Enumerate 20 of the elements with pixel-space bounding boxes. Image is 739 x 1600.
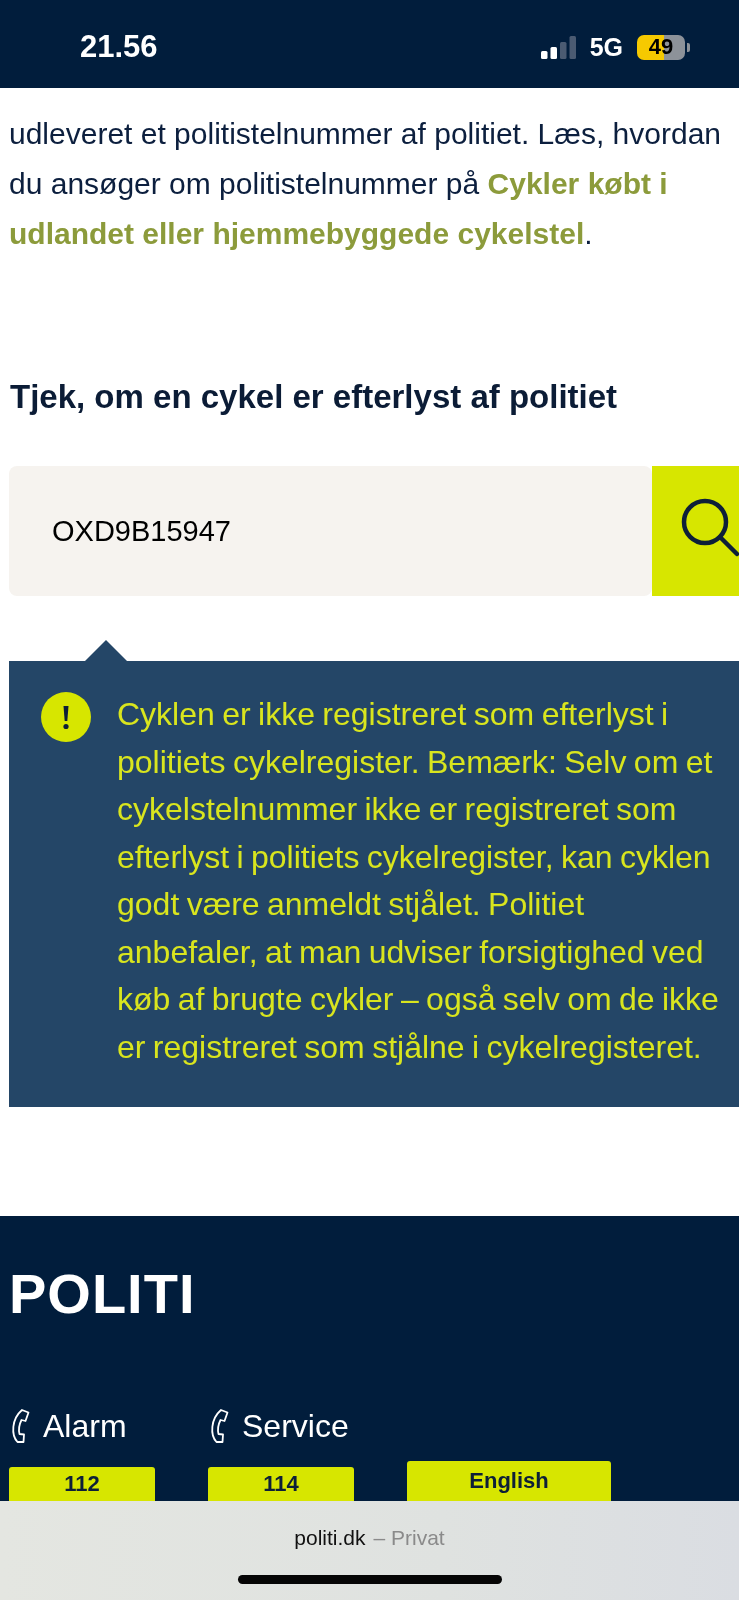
language-button[interactable]: English (407, 1461, 611, 1501)
intro-paragraph: udleveret et politistelnummer af politiet. Læs, hvordan du ansøger om politistelnummer på Cykler købt i udlandet eller hjemmebyggede cykelstel. (8, 116, 723, 252)
phone-label: Alarm (43, 1407, 127, 1446)
phone-icon (9, 1408, 31, 1444)
phone-number-button[interactable]: 112 (9, 1467, 155, 1501)
result-message: Cyklen er ikke registreret som efterlyst i politiets cykelregister. Bemærk: Selv om et cykelstelnummer ikke er registreret som efterlyst i politiets cykelregister, kan cyklen godt være anmeldt stjålet. Politiet anbefaler, at man udviser forsigtighed ved køb af brugte cykler – også selv om de ikke er registreret som stjålne i cykelregisteret. (117, 695, 720, 1067)
section-heading: Tjek, om en cykel er efterlyst af politiet (9, 377, 619, 417)
signal-icon (540, 35, 576, 59)
logo-wordmark: POLITI (9, 1266, 196, 1322)
phone-label: Service (242, 1407, 349, 1446)
network-type: 5G (589, 32, 623, 62)
search-button[interactable] (652, 466, 739, 596)
search-field[interactable]: OXD9B15947 (9, 466, 652, 596)
search-icon (680, 497, 739, 557)
phone-number-button[interactable]: 114 (208, 1467, 354, 1501)
phone-icon (208, 1408, 230, 1444)
exclamation-icon (41, 692, 91, 742)
address-domain[interactable]: politi.dk (294, 1525, 366, 1551)
browsing-mode: – Privat (373, 1525, 445, 1551)
clock-time: 21.56 (80, 29, 158, 65)
